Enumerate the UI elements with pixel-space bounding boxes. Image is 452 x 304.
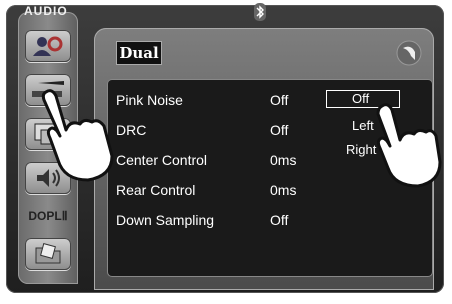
center-control-label[interactable]: Center Control <box>116 152 207 168</box>
pointing-hand-icon <box>41 89 114 182</box>
down-sampling-label[interactable]: Down Sampling <box>116 212 214 228</box>
sidebar-item-dolby[interactable]: DOPLⅡ <box>25 200 71 232</box>
dual-logo: Dual <box>116 41 162 65</box>
pointing-hand-right-icon <box>376 103 442 188</box>
center-control-value[interactable]: 0ms <box>270 152 296 168</box>
pink-noise-value[interactable]: Off <box>270 92 288 108</box>
sidebar-item-folder[interactable] <box>25 238 71 270</box>
sidebar-item-settings[interactable] <box>25 30 71 62</box>
down-sampling-value[interactable]: Off <box>270 212 288 228</box>
people-gear-icon <box>33 36 63 56</box>
sidebar-title: AUDIO <box>24 4 68 18</box>
rear-control-value[interactable]: 0ms <box>270 182 296 198</box>
rear-control-label[interactable]: Rear Control <box>116 182 195 198</box>
pink-noise-label[interactable]: Pink Noise <box>116 92 183 108</box>
drc-label[interactable]: DRC <box>116 122 146 138</box>
bluetooth-icon <box>254 3 266 21</box>
drc-value[interactable]: Off <box>270 122 288 138</box>
back-icon[interactable] <box>396 40 422 66</box>
folder-icon <box>35 243 61 264</box>
